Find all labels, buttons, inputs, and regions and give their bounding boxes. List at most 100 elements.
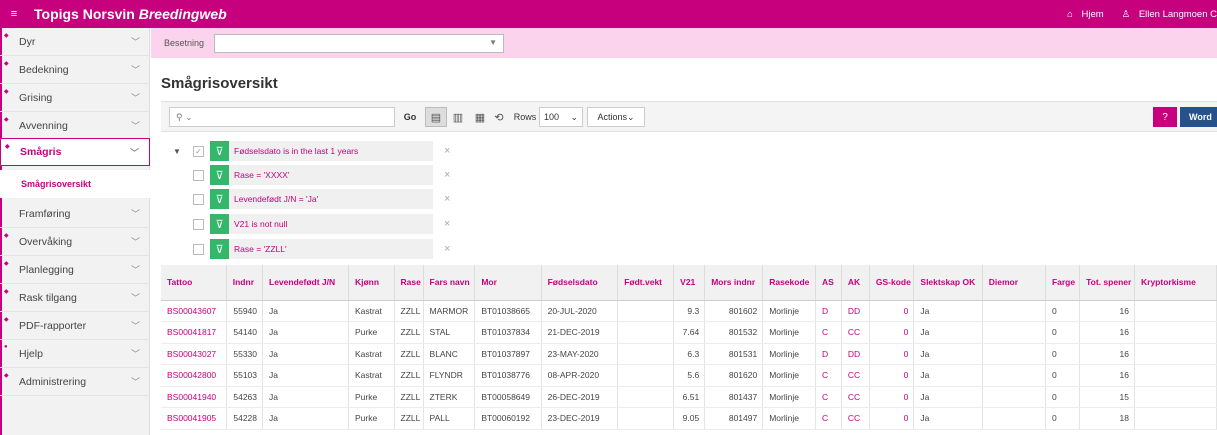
tattoo-link[interactable]: BS00042800 (161, 364, 227, 387)
table-cell: Ja (913, 386, 983, 408)
hamburger-menu-icon[interactable]: ≡ (4, 8, 24, 20)
sidebar-item-rask-tilgang[interactable]: ◆ Rask tilgang ﹀ (0, 284, 150, 312)
pivot-icon[interactable]: ⟲ (491, 107, 507, 127)
sidebar-item-overvaking[interactable]: ◆ Overvåking ﹀ (0, 228, 150, 256)
column-header[interactable]: Fars navn (423, 265, 476, 301)
table-cell: Ja (913, 343, 983, 365)
remove-filter-icon[interactable]: × (444, 193, 450, 205)
planlegging-icon: ◆ (4, 261, 9, 267)
go-button[interactable]: Go (398, 107, 422, 127)
table-row[interactable]: BS00043027 55330 Ja Kastrat ZZLL BLANC BT01037… (161, 343, 1217, 365)
app-title[interactable]: Topigs Norsvin Breedingweb (34, 6, 227, 22)
table-cell: 54228 (226, 407, 264, 430)
besetning-select[interactable]: ▼ (214, 33, 505, 53)
column-header[interactable]: Levendefødt J/N (262, 265, 349, 301)
group-by-icon[interactable]: ▦ (469, 107, 491, 127)
column-header[interactable]: Diemor (982, 265, 1046, 301)
sidebar-item-label: Administrering (19, 375, 87, 388)
column-header[interactable]: GS-kode (869, 265, 915, 301)
table-row[interactable]: BS00042800 55103 Ja Kastrat ZZLL FLYNDR BT0103… (161, 364, 1217, 387)
grid-view-icon[interactable]: ▤ (425, 107, 447, 127)
column-header[interactable]: Kjønn (348, 265, 395, 301)
sidebar-item-label: Overvåking (19, 235, 73, 248)
search-input[interactable]: ⚲ ⌄ (169, 107, 395, 127)
column-header[interactable]: Slektskap OK (913, 265, 983, 301)
sidebar-item-avvenning[interactable]: ◆ Avvenning ﹀ (0, 112, 150, 140)
table-cell (982, 343, 1046, 365)
sidebar-item-smagrisoversikt[interactable]: Smågrisoversikt (0, 170, 150, 198)
sidebar-item-pdf-rapporter[interactable]: ◆ PDF-rapporter ﹀ (0, 312, 150, 340)
sidebar-item-framforing[interactable]: Framføring ﹀ (0, 200, 150, 228)
table-row[interactable]: BS00041940 54263 Ja Purke ZZLL ZTERK BT0005864… (161, 386, 1217, 408)
overvaking-icon: ◆ (4, 233, 9, 239)
column-header[interactable]: Tot. spener (1079, 265, 1135, 301)
column-header[interactable]: AK (841, 265, 870, 301)
filter-text[interactable]: Levendefødt J/N = 'Ja' (229, 189, 433, 209)
remove-filter-icon[interactable]: × (444, 243, 450, 255)
column-header[interactable]: Kryptorkisme (1134, 265, 1217, 301)
filter-text[interactable]: V21 is not null (229, 214, 433, 234)
column-header[interactable]: Rase (394, 265, 424, 301)
sidebar-item-dyr[interactable]: ◆ Dyr ﹀ (0, 28, 150, 56)
table-cell: ZZLL (394, 386, 424, 408)
table-cell: CC (841, 386, 870, 408)
table-cell: BT01037897 (474, 343, 542, 365)
remove-filter-icon[interactable]: × (444, 145, 450, 157)
column-header[interactable]: Mor (474, 265, 542, 301)
remove-filter-icon[interactable]: × (444, 218, 450, 230)
chevron-down-icon: ﹀ (130, 237, 140, 247)
tattoo-link[interactable]: BS00043027 (161, 343, 227, 365)
table-cell: Ja (913, 407, 983, 430)
filter-checkbox[interactable]: ✓ (193, 145, 204, 157)
column-header[interactable]: Indnr (226, 265, 264, 301)
column-header[interactable]: V21 (673, 265, 706, 301)
table-cell (617, 364, 675, 387)
table-row[interactable]: BS00043607 55940 Ja Kastrat ZZLL MARMOR BT0103… (161, 300, 1217, 322)
user-menu[interactable]: ♙ Ellen Langmoen C (1116, 9, 1217, 20)
column-header[interactable]: Fødselsdato (541, 265, 619, 301)
column-header[interactable]: Farge (1045, 265, 1081, 301)
actions-menu-button[interactable]: Actions ⌄ (587, 107, 645, 127)
tattoo-link[interactable]: BS00041817 (161, 321, 227, 344)
word-button[interactable]: Word (1180, 107, 1217, 127)
filter-text[interactable]: Fødselsdato is in the last 1 years (229, 141, 433, 161)
chevron-down-icon: ﹀ (130, 349, 140, 359)
rows-select[interactable]: 100 ⌄ (539, 107, 583, 127)
table-row[interactable]: BS00041905 54228 Ja Purke ZZLL PALL BT00060192… (161, 407, 1217, 430)
filter-checkbox[interactable] (193, 169, 204, 181)
sidebar-item-smagris[interactable]: ◆ Smågris ﹀ (0, 138, 150, 166)
tattoo-link[interactable]: BS00043607 (161, 300, 227, 322)
sidebar-item-administrering[interactable]: ◆ Administrering ﹀ (0, 368, 150, 396)
filter-text[interactable]: Rase = 'ZZLL' (229, 239, 433, 259)
sidebar-item-planlegging[interactable]: ◆ Planlegging ﹀ (0, 256, 150, 284)
table-cell: Ja (262, 300, 349, 322)
filter-text[interactable]: Rase = 'XXXX' (229, 165, 433, 185)
tattoo-link[interactable]: BS00041905 (161, 407, 227, 430)
sidebar-item-hjelp[interactable]: ● Hjelp ﹀ (0, 340, 150, 368)
column-header[interactable]: AS (815, 265, 842, 301)
tattoo-link[interactable]: BS00041940 (161, 386, 227, 408)
home-link[interactable]: ⌂ Hjem (1061, 9, 1104, 20)
table-row[interactable]: BS00041817 54140 Ja Purke ZZLL STAL BT01037834… (161, 321, 1217, 344)
column-header[interactable]: Tattoo (161, 265, 227, 301)
filter-checkbox[interactable] (193, 218, 204, 230)
column-header[interactable]: Mors indnr (704, 265, 764, 301)
table-cell: Morlinje (762, 364, 817, 387)
column-header[interactable]: Rasekode (762, 265, 817, 301)
chart-view-icon[interactable]: ▥ (447, 107, 469, 127)
help-button[interactable]: ? (1153, 107, 1177, 127)
table-cell: 801437 (704, 386, 764, 408)
remove-filter-icon[interactable]: × (444, 169, 450, 181)
table-cell: Kastrat (348, 364, 395, 387)
column-header[interactable]: Født.vekt (617, 265, 675, 301)
table-cell: Ja (262, 407, 349, 430)
table-cell: D (815, 300, 842, 322)
filter-checkbox[interactable] (193, 243, 204, 255)
sidebar-item-bedekning[interactable]: ◆ Bedekning ﹀ (0, 56, 150, 84)
collapse-toggle-icon[interactable]: ▼ (171, 147, 183, 156)
filter-checkbox[interactable] (193, 193, 204, 205)
table-cell (1134, 300, 1217, 322)
rows-label: Rows (513, 112, 537, 122)
sidebar-item-label: Hjelp (19, 347, 43, 360)
sidebar-item-grising[interactable]: ◆ Grising ﹀ (0, 84, 150, 112)
